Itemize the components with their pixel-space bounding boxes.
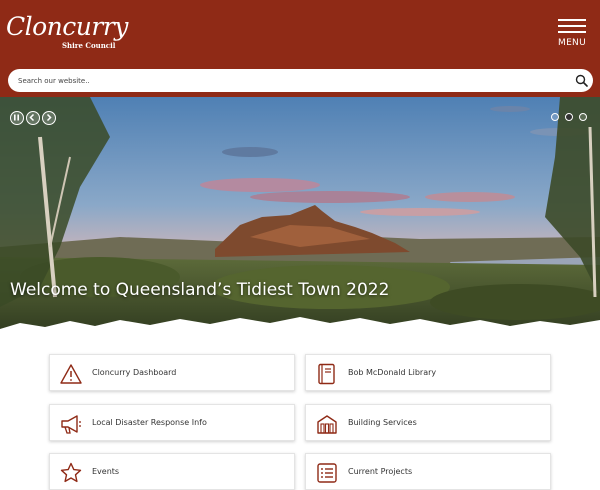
- chevron-right-icon: [46, 113, 52, 122]
- tile-label: Building Services: [348, 418, 417, 427]
- previous-slide-button[interactable]: [26, 111, 40, 125]
- council-logo[interactable]: Cloncurry Shire Council: [6, 12, 128, 54]
- book-icon: [318, 363, 335, 385]
- search-icon[interactable]: [575, 74, 588, 87]
- tile-label: Local Disaster Response Info: [92, 418, 207, 427]
- hamburger-icon-bar: [558, 31, 586, 33]
- slide-dot-3[interactable]: [579, 113, 587, 121]
- tile-events[interactable]: Events: [49, 453, 295, 490]
- tile-label: Current Projects: [348, 467, 413, 476]
- tile-bob-mcdonald-library[interactable]: Bob McDonald Library: [305, 354, 551, 391]
- hero-landscape-image: [0, 97, 600, 337]
- search-input[interactable]: [18, 72, 558, 89]
- pause-icon: [14, 114, 19, 121]
- tile-label: Events: [92, 467, 120, 476]
- tile-local-disaster-response[interactable]: Local Disaster Response Info: [49, 404, 295, 441]
- hero-slider: Welcome to Queensland’s Tidiest Town 202…: [0, 97, 600, 337]
- next-slide-button[interactable]: [42, 111, 56, 125]
- list-icon: [317, 463, 337, 483]
- tile-building-services[interactable]: Building Services: [305, 404, 551, 441]
- tile-label: Cloncurry Dashboard: [92, 368, 177, 377]
- search-bar: [8, 69, 593, 92]
- star-icon: [60, 462, 82, 483]
- hamburger-icon: [558, 19, 586, 21]
- logo-subtitle: Shire Council: [62, 41, 116, 50]
- logo-script-text: Cloncurry: [6, 12, 128, 41]
- hero-title: Welcome to Queensland’s Tidiest Town 202…: [10, 280, 390, 300]
- pause-button[interactable]: [10, 111, 24, 125]
- hamburger-icon-bar: [558, 25, 586, 27]
- megaphone-icon: [61, 415, 81, 434]
- menu-label: MENU: [558, 38, 586, 48]
- tile-current-projects[interactable]: Current Projects: [305, 453, 551, 490]
- building-icon: [317, 415, 337, 434]
- slide-dot-1[interactable]: [551, 113, 559, 121]
- chevron-left-icon: [29, 113, 35, 122]
- slide-dot-2-active[interactable]: [565, 113, 573, 121]
- tile-cloncurry-dashboard[interactable]: Cloncurry Dashboard: [49, 354, 295, 391]
- site-header: Cloncurry Shire Council MENU: [0, 0, 600, 97]
- menu-button[interactable]: MENU: [554, 18, 590, 48]
- tile-label: Bob McDonald Library: [348, 368, 437, 377]
- warning-triangle-icon: [60, 364, 82, 384]
